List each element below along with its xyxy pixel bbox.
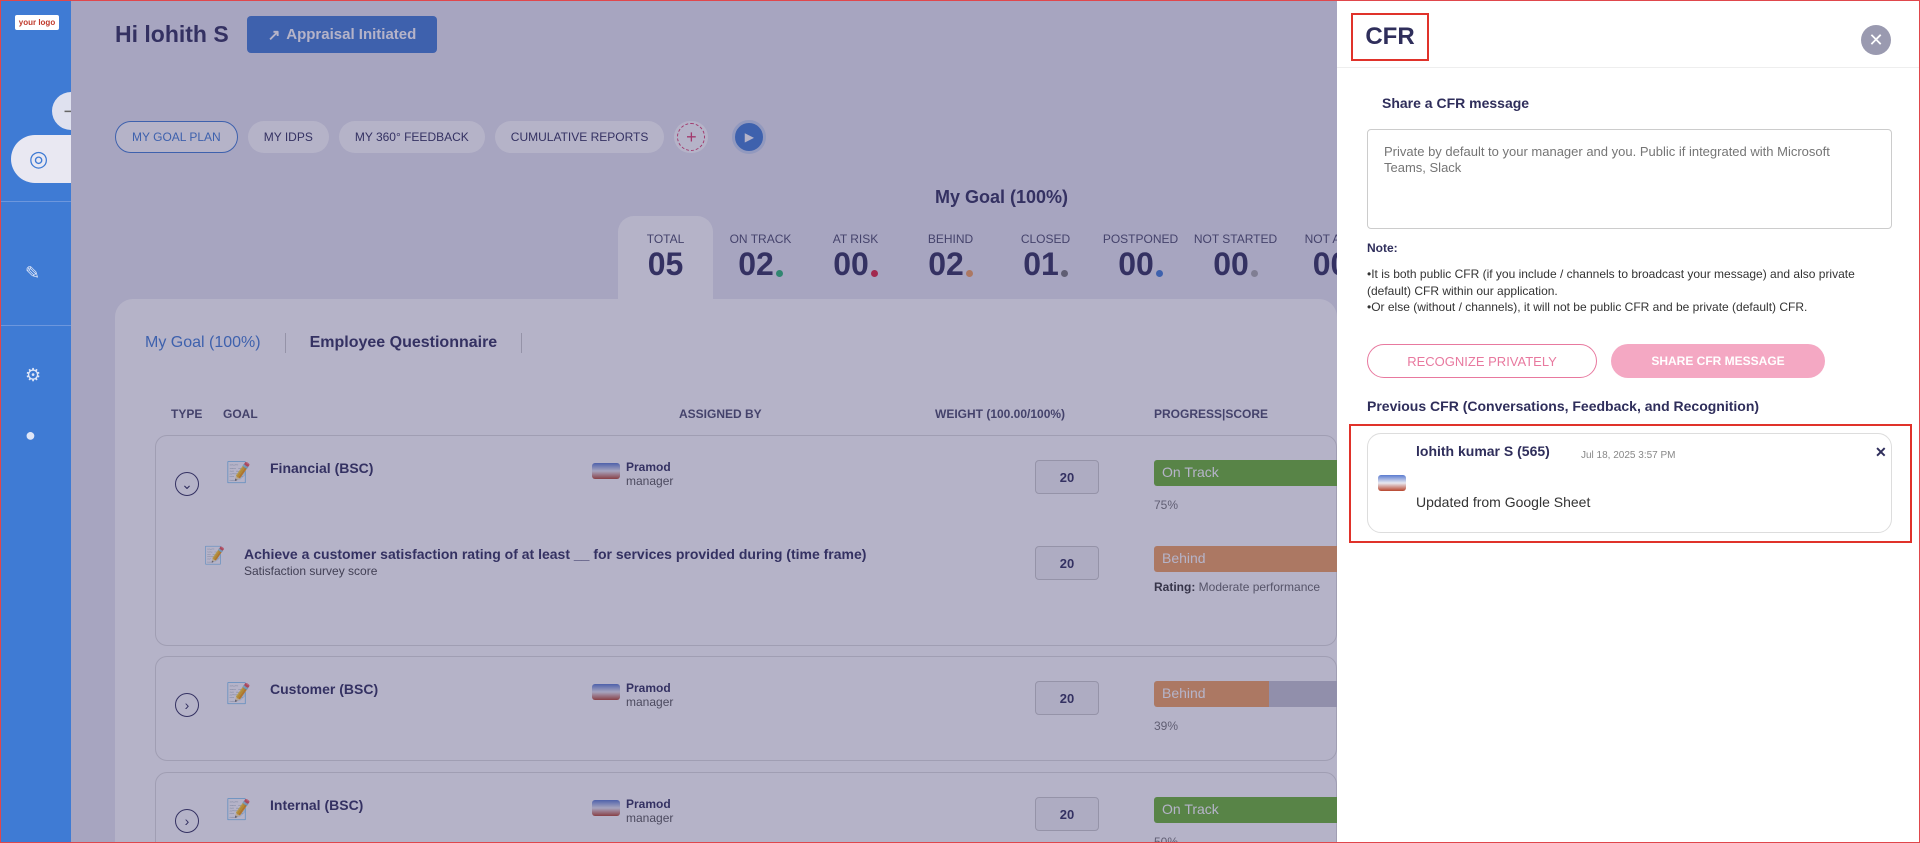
avatar: [1378, 475, 1406, 491]
note-line: •Or else (without / channels), it will n…: [1367, 300, 1808, 314]
cfr-message: Updated from Google Sheet: [1416, 494, 1591, 510]
sidebar-divider: [1, 201, 71, 202]
share-label: Share a CFR message: [1382, 95, 1530, 111]
cfr-message-input[interactable]: [1367, 129, 1892, 229]
previous-cfr-label: Previous CFR (Conversations, Feedback, a…: [1367, 398, 1760, 414]
header-divider: [1337, 67, 1919, 68]
note-label: Note:: [1367, 241, 1398, 255]
share-cfr-button[interactable]: SHARE CFR MESSAGE: [1611, 344, 1825, 378]
cfr-entry: lohith kumar S (565) Jul 18, 2025 3:57 P…: [1367, 433, 1892, 533]
sidebar-divider: [1, 325, 71, 326]
close-icon[interactable]: ✕: [1861, 25, 1891, 55]
drawer-title: CFR: [1351, 13, 1429, 61]
modal-backdrop[interactable]: [71, 1, 1337, 842]
note-line: •It is both public CFR (if you include /…: [1367, 267, 1855, 298]
edit-doc-icon[interactable]: ✎: [25, 263, 40, 284]
user-icon[interactable]: ●: [25, 425, 36, 446]
app-window: your logo ◎ ✎ ⚙ ● ⇥ Hi lohith S ↗ Apprai…: [0, 0, 1920, 843]
gear-icon[interactable]: ⚙: [25, 365, 41, 386]
recognize-privately-button[interactable]: RECOGNIZE PRIVATELY: [1367, 344, 1597, 378]
delete-icon[interactable]: ✕: [1875, 444, 1887, 461]
cfr-date: Jul 18, 2025 3:57 PM: [1581, 450, 1676, 461]
cfr-drawer: CFR ✕ Share a CFR message Note: •It is b…: [1337, 1, 1919, 842]
company-logo: your logo: [15, 15, 59, 30]
cfr-author: lohith kumar S (565): [1416, 443, 1550, 459]
